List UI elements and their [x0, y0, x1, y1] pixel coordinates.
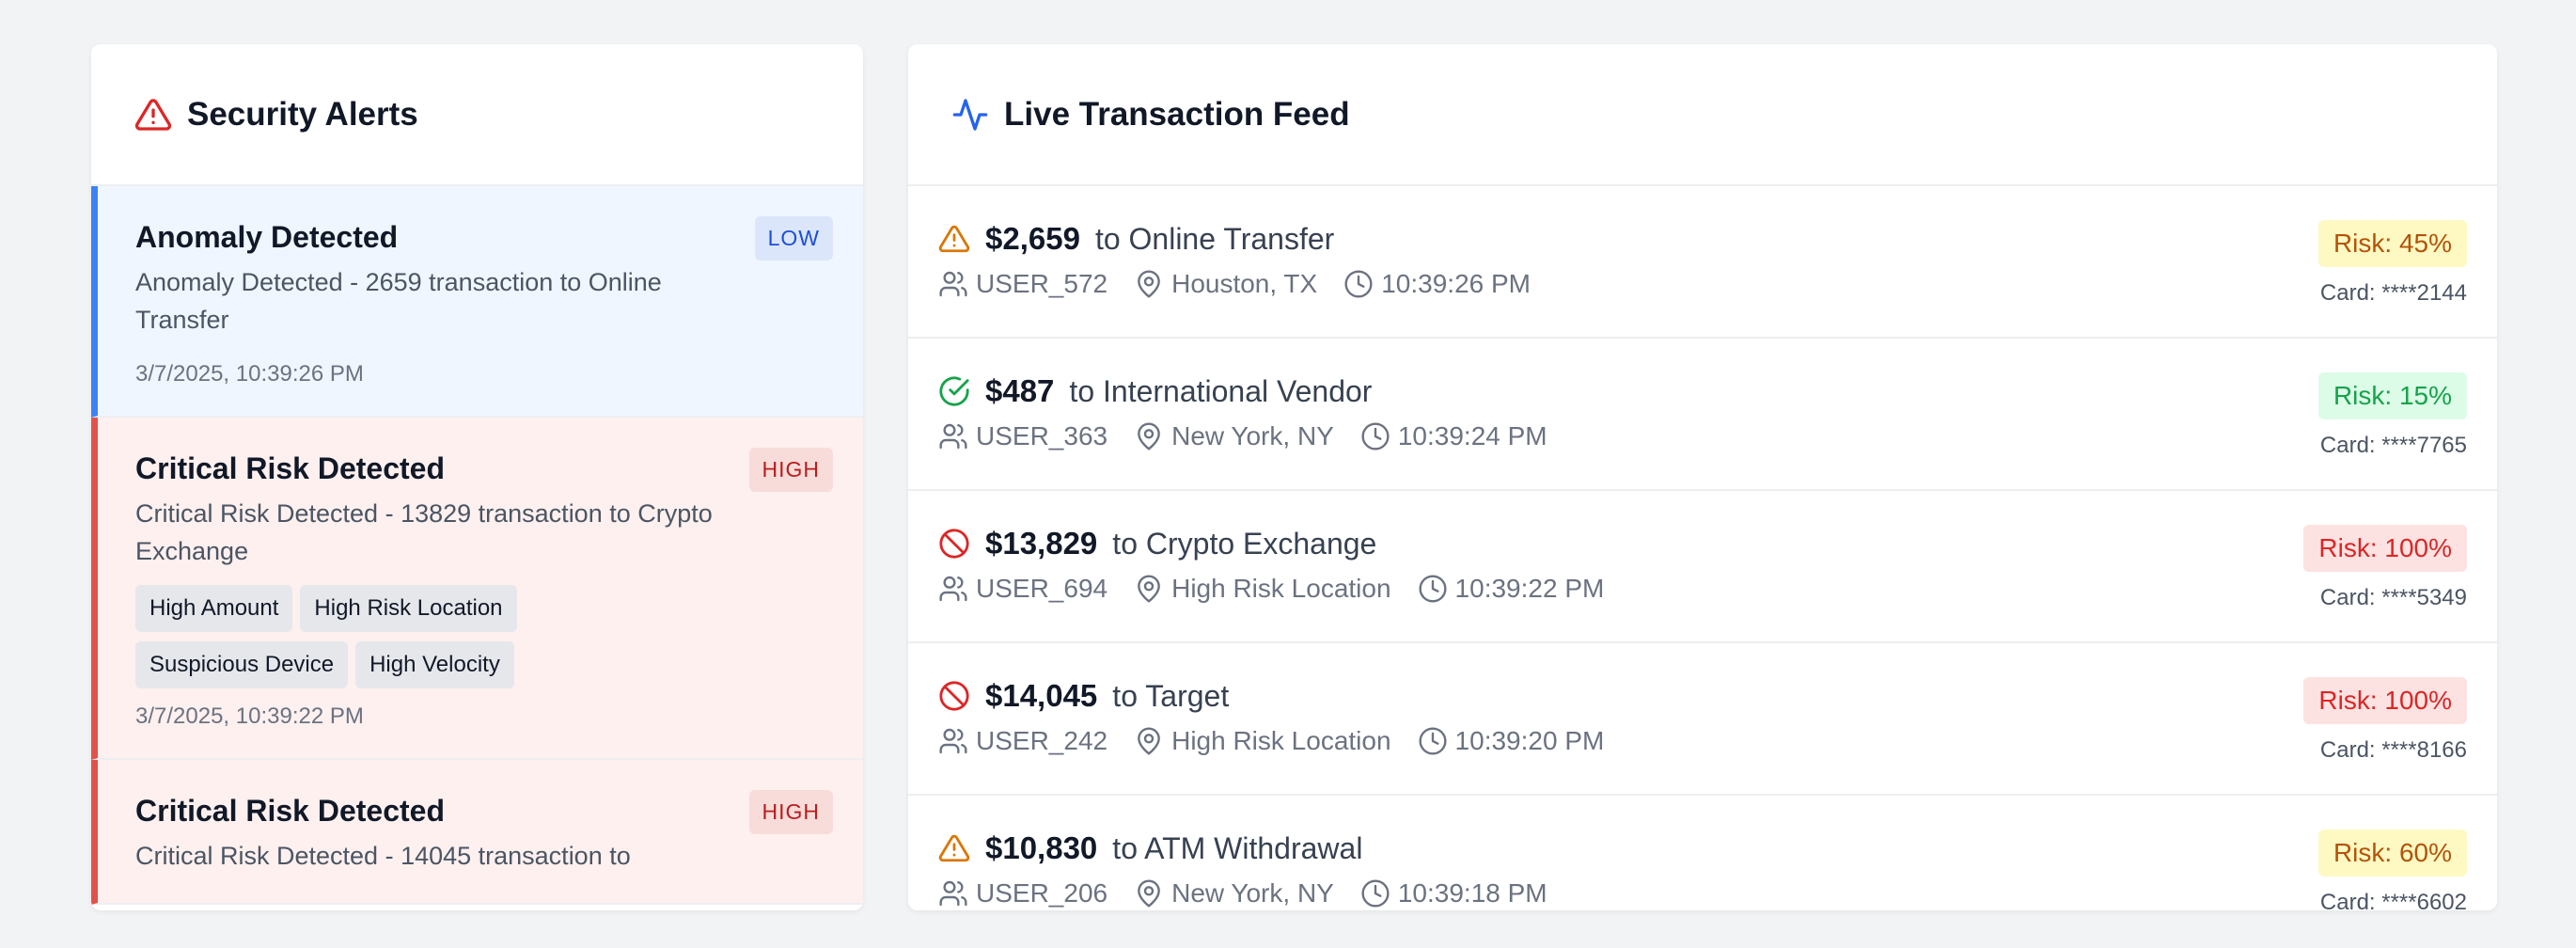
- map-pin-icon: [1138, 879, 1160, 908]
- risk-badge: Risk: 60%: [2317, 830, 2467, 877]
- transaction-row[interactable]: $13,829 to Crypto Exchange USER_694 High…: [908, 491, 2497, 643]
- ban-icon: [938, 680, 970, 712]
- transaction-user: USER_206: [976, 878, 1108, 908]
- transaction-row[interactable]: $2,659 to Online Transfer USER_572 Houst…: [908, 186, 2497, 339]
- card-number: Card: ****8166: [2319, 737, 2467, 763]
- transaction-time: 10:39:26 PM: [1381, 269, 1531, 298]
- risk-badge: Risk: 100%: [2303, 677, 2467, 724]
- alert-title: Critical Risk Detected: [135, 451, 446, 485]
- transaction-amount: $2,659: [985, 221, 1080, 256]
- security-alerts-header: Security Alerts: [91, 44, 863, 186]
- transaction-row[interactable]: $487 to International Vendor USER_363 Ne…: [908, 339, 2497, 491]
- warning-triangle-icon: [938, 832, 970, 864]
- transaction-location: High Risk Location: [1171, 574, 1391, 603]
- clock-icon: [1419, 575, 1447, 603]
- transaction-time: 10:39:22 PM: [1454, 574, 1605, 603]
- transaction-amount: $13,829: [985, 526, 1098, 561]
- transaction-merchant: to Crypto Exchange: [1112, 526, 1377, 561]
- users-icon: [939, 271, 967, 297]
- security-alerts-title: Security Alerts: [187, 95, 418, 133]
- risk-badge: Risk: 15%: [2317, 372, 2467, 419]
- transaction-user: USER_363: [976, 421, 1108, 450]
- transaction-merchant: to Online Transfer: [1094, 221, 1335, 256]
- alert-description: Critical Risk Detected - 14045 transacti…: [135, 842, 631, 870]
- check-circle-icon: [938, 375, 970, 407]
- transaction-location: High Risk Location: [1171, 726, 1391, 755]
- users-icon: [939, 576, 967, 602]
- map-pin-icon: [1138, 270, 1160, 298]
- users-icon: [939, 728, 967, 754]
- security-alerts-panel: Security Alerts Anomaly Detected Anomaly…: [91, 44, 863, 910]
- alert-description: Anomaly Detected - 2659 transaction to O…: [135, 268, 662, 334]
- clock-icon: [1361, 879, 1390, 908]
- transaction-time: 10:39:24 PM: [1397, 421, 1547, 450]
- users-icon: [939, 423, 967, 450]
- transaction-merchant: to Target: [1112, 678, 1230, 713]
- alert-tag: Suspicious Device: [135, 641, 349, 688]
- alert-title: Anomaly Detected: [135, 220, 399, 254]
- risk-badge: Risk: 100%: [2303, 525, 2467, 572]
- risk-badge: Risk: 45%: [2317, 220, 2467, 267]
- transaction-row[interactable]: $14,045 to Target USER_242 High Risk Loc…: [908, 643, 2497, 796]
- ban-icon: [938, 528, 970, 560]
- transaction-feed-title: Live Transaction Feed: [1004, 95, 1350, 133]
- alert-item[interactable]: Anomaly Detected Anomaly Detected - 2659…: [91, 186, 863, 418]
- transaction-location: New York, NY: [1171, 421, 1334, 450]
- transaction-location: Houston, TX: [1171, 269, 1318, 298]
- transaction-row[interactable]: $10,830 to ATM Withdrawal USER_206 New Y…: [908, 796, 2497, 910]
- severity-badge: HIGH: [748, 448, 833, 492]
- map-pin-icon: [1138, 575, 1160, 603]
- card-number: Card: ****5349: [2319, 585, 2467, 610]
- alert-tag: High Velocity: [355, 641, 514, 688]
- card-number: Card: ****6602: [2319, 890, 2467, 910]
- map-pin-icon: [1138, 727, 1160, 755]
- alert-tag: High Amount: [135, 585, 293, 632]
- alert-title: Critical Risk Detected: [135, 794, 446, 828]
- alert-tag: High Risk Location: [300, 585, 517, 632]
- severity-badge: HIGH: [748, 790, 833, 834]
- clock-icon: [1419, 727, 1447, 755]
- transaction-user: USER_572: [976, 269, 1108, 298]
- activity-pulse-icon: [951, 96, 989, 134]
- alert-tags: High Amount High Risk Location Suspiciou…: [135, 585, 624, 698]
- alert-timestamp: 3/7/2025, 10:39:26 PM: [135, 361, 364, 387]
- transaction-user: USER_242: [976, 726, 1108, 755]
- users-icon: [939, 880, 967, 907]
- transaction-list: $2,659 to Online Transfer USER_572 Houst…: [908, 186, 2497, 910]
- warning-triangle-icon: [938, 223, 970, 255]
- alert-item[interactable]: Critical Risk Detected Critical Risk Det…: [91, 418, 863, 760]
- transaction-feed-header: Live Transaction Feed: [908, 44, 2497, 186]
- transaction-time: 10:39:20 PM: [1454, 726, 1605, 755]
- alert-item[interactable]: Critical Risk Detected Critical Risk Det…: [91, 760, 863, 905]
- transaction-merchant: to ATM Withdrawal: [1112, 830, 1363, 865]
- alert-description: Critical Risk Detected - 13829 transacti…: [135, 499, 713, 565]
- transaction-amount: $14,045: [985, 678, 1098, 713]
- transaction-merchant: to International Vendor: [1069, 373, 1373, 408]
- clock-icon: [1361, 422, 1390, 450]
- transaction-feed-panel: Live Transaction Feed $2,659 to Online T…: [908, 44, 2497, 910]
- warning-triangle-icon: [134, 96, 172, 134]
- transaction-time: 10:39:18 PM: [1397, 878, 1547, 908]
- transaction-user: USER_694: [976, 574, 1108, 603]
- alert-timestamp: 3/7/2025, 10:39:22 PM: [135, 703, 364, 729]
- card-number: Card: ****2144: [2319, 280, 2467, 306]
- transaction-amount: $10,830: [985, 830, 1098, 865]
- transaction-location: New York, NY: [1171, 878, 1334, 908]
- map-pin-icon: [1138, 422, 1160, 450]
- severity-badge: LOW: [754, 216, 833, 261]
- transaction-amount: $487: [985, 373, 1055, 408]
- clock-icon: [1344, 270, 1373, 298]
- card-number: Card: ****7765: [2319, 433, 2467, 458]
